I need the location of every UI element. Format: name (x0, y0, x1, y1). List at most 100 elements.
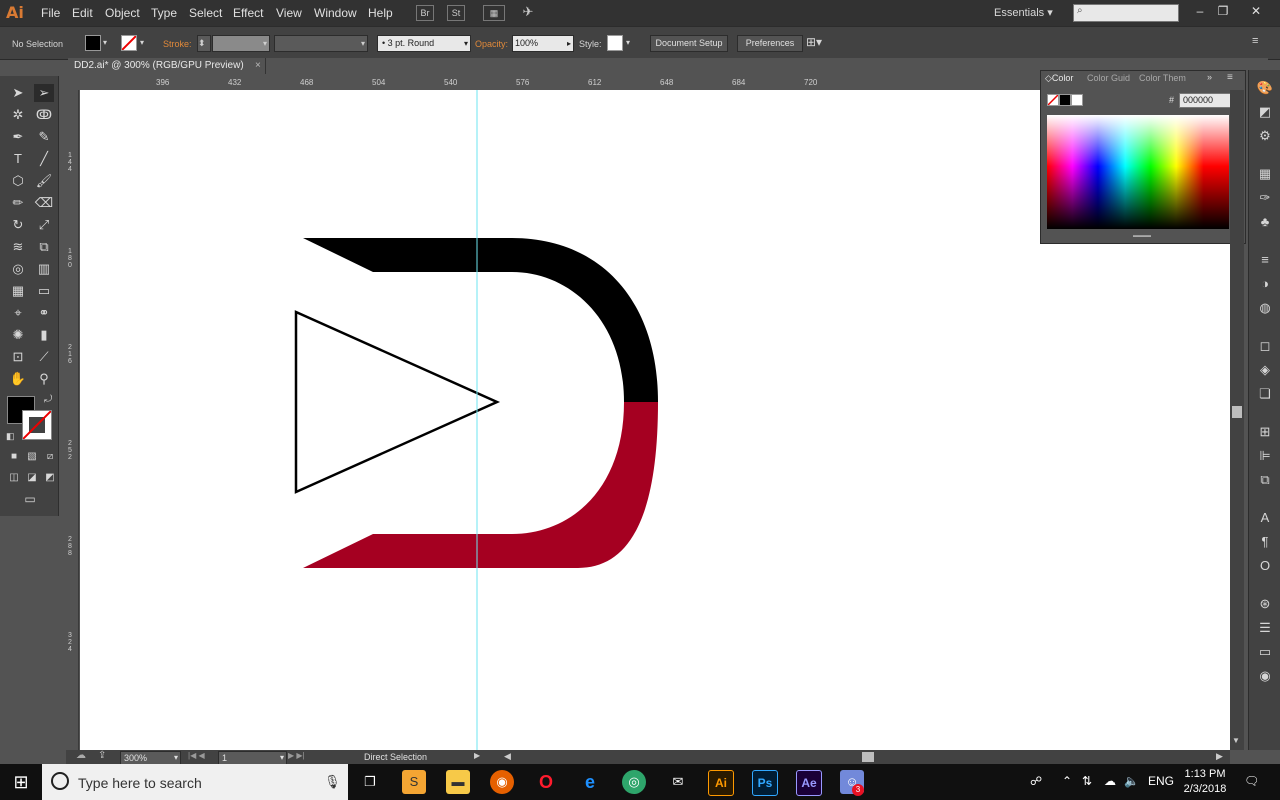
eraser-icon[interactable]: ⌫ (34, 194, 54, 212)
photoshop-taskbar-icon[interactable]: Ps (752, 770, 778, 796)
color-themes-icon[interactable]: ⚙ (1255, 126, 1275, 146)
page-dropdown[interactable]: 1 ▾ (218, 751, 287, 765)
minimize-icon[interactable]: – (1189, 2, 1211, 20)
fill-swatch[interactable] (85, 35, 101, 51)
status-menu-icon[interactable]: ▶ (474, 751, 480, 760)
align-icon[interactable]: ⊫ (1255, 446, 1275, 466)
draw-behind-icon[interactable]: ◪ (22, 469, 42, 487)
blend-tool-icon[interactable]: ⚭ (34, 304, 54, 322)
panel-menu-icon[interactable]: ≡ (1252, 35, 1258, 47)
graphic-styles-icon[interactable]: ◉ (1255, 666, 1275, 686)
sublime-icon[interactable]: S (402, 770, 426, 794)
stroke-label[interactable]: Stroke: (163, 39, 192, 49)
layers-icon[interactable]: ◈ (1255, 360, 1275, 380)
style-swatch[interactable] (607, 35, 623, 51)
show-hidden-icons-chevron[interactable]: ⌃ (1062, 774, 1072, 788)
warp-tool-icon[interactable]: ≋ (8, 238, 28, 256)
brush-definition-dropdown[interactable]: • 3 pt. Round ▾ (377, 35, 471, 52)
chevron-down-icon[interactable]: ▾ (626, 38, 630, 47)
tab-color[interactable]: ◇Color (1045, 73, 1073, 84)
volume-icon[interactable]: 🔈 (1124, 774, 1139, 788)
people-icon[interactable]: ☍ (1030, 774, 1042, 788)
menu-effect[interactable]: Effect (233, 6, 263, 20)
menu-view[interactable]: View (276, 6, 302, 20)
none-swatch[interactable] (1047, 94, 1059, 106)
help-search-input[interactable]: ⌕ (1073, 4, 1179, 22)
menu-select[interactable]: Select (189, 6, 222, 20)
scroll-right-icon[interactable]: ▶ (1216, 751, 1223, 762)
transform-icon[interactable]: ⊞ (1255, 422, 1275, 442)
swatches-icon[interactable]: ▦ (1255, 164, 1275, 184)
restore-icon[interactable]: ❐ (1212, 2, 1234, 20)
browser-icon[interactable]: ◎ (622, 770, 646, 794)
chevron-down-icon[interactable]: ▾ (140, 38, 144, 47)
lasso-icon[interactable]: ↂ (34, 106, 54, 124)
zoom-tool-icon[interactable]: ⚲ (34, 370, 54, 388)
symbols-icon[interactable]: ♣ (1255, 212, 1275, 232)
task-view-icon[interactable]: ❐ (358, 770, 382, 794)
mail-icon[interactable]: ✉ (666, 770, 690, 794)
document-setup-button[interactable]: Document Setup (650, 35, 728, 52)
system-clock[interactable]: 1:13 PM 2/3/2018 (1180, 767, 1230, 797)
draw-inside-icon[interactable]: ◩ (40, 469, 60, 487)
opentype-icon[interactable]: O (1255, 556, 1275, 576)
scroll-down-icon[interactable]: ▼ (1232, 736, 1240, 745)
menu-object[interactable]: Object (105, 6, 140, 20)
mesh-tool-icon[interactable]: ▦ (8, 282, 28, 300)
arrange-documents-icon[interactable]: ▦ (483, 5, 505, 21)
vertical-scrollbar[interactable]: ▼ (1230, 90, 1244, 750)
rotate-tool-icon[interactable]: ↻ (8, 216, 28, 234)
cc-icon[interactable]: ☁ (76, 750, 86, 761)
color-spectrum[interactable] (1047, 115, 1229, 229)
eyedropper-icon[interactable]: ⌖ (8, 304, 28, 322)
hex-input[interactable]: 000000 (1179, 93, 1232, 108)
zoom-dropdown[interactable]: 300% ▾ (120, 751, 181, 765)
stroke-panel-icon[interactable]: ≡ (1255, 250, 1275, 270)
close-tab-icon[interactable]: × (255, 58, 261, 74)
artboard-tool-icon[interactable]: ⊡ (8, 348, 28, 366)
edge-icon[interactable]: e (578, 770, 602, 794)
type-tool-icon[interactable]: T (8, 150, 28, 168)
first-page-icon[interactable]: |◀ ◀ (188, 751, 205, 760)
symbol-sprayer-icon[interactable]: ✺ (8, 326, 28, 344)
magic-wand-icon[interactable]: ✲ (8, 106, 28, 124)
gradient-panel-icon[interactable]: ◑ (1255, 274, 1275, 294)
document-tab[interactable]: DD2.ai* @ 300% (RGB/GPU Preview) × (68, 58, 266, 74)
next-page-icon[interactable]: ▶ ▶| (288, 751, 305, 760)
gpu-rocket-icon[interactable]: ✈ (520, 5, 536, 19)
black-swatch[interactable] (1059, 94, 1071, 106)
menu-window[interactable]: Window (314, 6, 357, 20)
variable-width-profile[interactable]: ▾ (274, 35, 368, 52)
color-panel-icon[interactable]: 🎨 (1255, 78, 1275, 98)
close-icon[interactable]: ✕ (1245, 2, 1267, 20)
opacity-field[interactable]: 100% ▸ (512, 35, 574, 52)
draw-normal-icon[interactable]: ◫ (4, 469, 24, 487)
network-icon[interactable]: ⇅ (1082, 774, 1092, 788)
curvature-tool-icon[interactable]: ✎ (34, 128, 54, 146)
opacity-label[interactable]: Opacity: (475, 39, 508, 49)
stroke-weight-field[interactable]: ▾ (212, 35, 270, 52)
preferences-button[interactable]: Preferences (737, 35, 803, 52)
share-icon[interactable]: ⇪ (98, 750, 106, 761)
panel-menu-icon[interactable]: ≡ (1227, 72, 1233, 83)
menu-type[interactable]: Type (151, 6, 177, 20)
perspective-grid-icon[interactable]: ▥ (34, 260, 54, 278)
free-transform-icon[interactable]: ⧉ (34, 238, 54, 256)
gradient-tool-icon[interactable]: ▭ (34, 282, 54, 300)
brushes-icon[interactable]: ✑ (1255, 188, 1275, 208)
action-center-icon[interactable]: 🗨 (1244, 774, 1259, 788)
taskbar-search-box[interactable]: Type here to search 🎙 (42, 764, 348, 800)
arrange-icon[interactable]: ⊞▾ (806, 35, 822, 49)
microphone-icon[interactable]: 🎙 (324, 774, 341, 790)
horizontal-scrollbar[interactable]: ◀ ▶ (500, 750, 1230, 764)
links-icon[interactable]: ☰ (1255, 618, 1275, 638)
expand-panel-icon[interactable]: » (1207, 72, 1212, 82)
selection-tool-icon[interactable]: ➤ (8, 84, 28, 102)
paragraph-icon[interactable]: ¶ (1255, 532, 1275, 552)
chevron-down-icon[interactable]: ▾ (103, 38, 107, 47)
scale-tool-icon[interactable]: ⤢ (34, 216, 54, 234)
none-mode-icon[interactable]: ⧄ (40, 448, 60, 466)
resize-grip-icon[interactable]: ▬▬▬ (1133, 233, 1151, 239)
scroll-left-icon[interactable]: ◀ (504, 751, 511, 762)
transparency-icon[interactable]: ◍ (1255, 298, 1275, 318)
